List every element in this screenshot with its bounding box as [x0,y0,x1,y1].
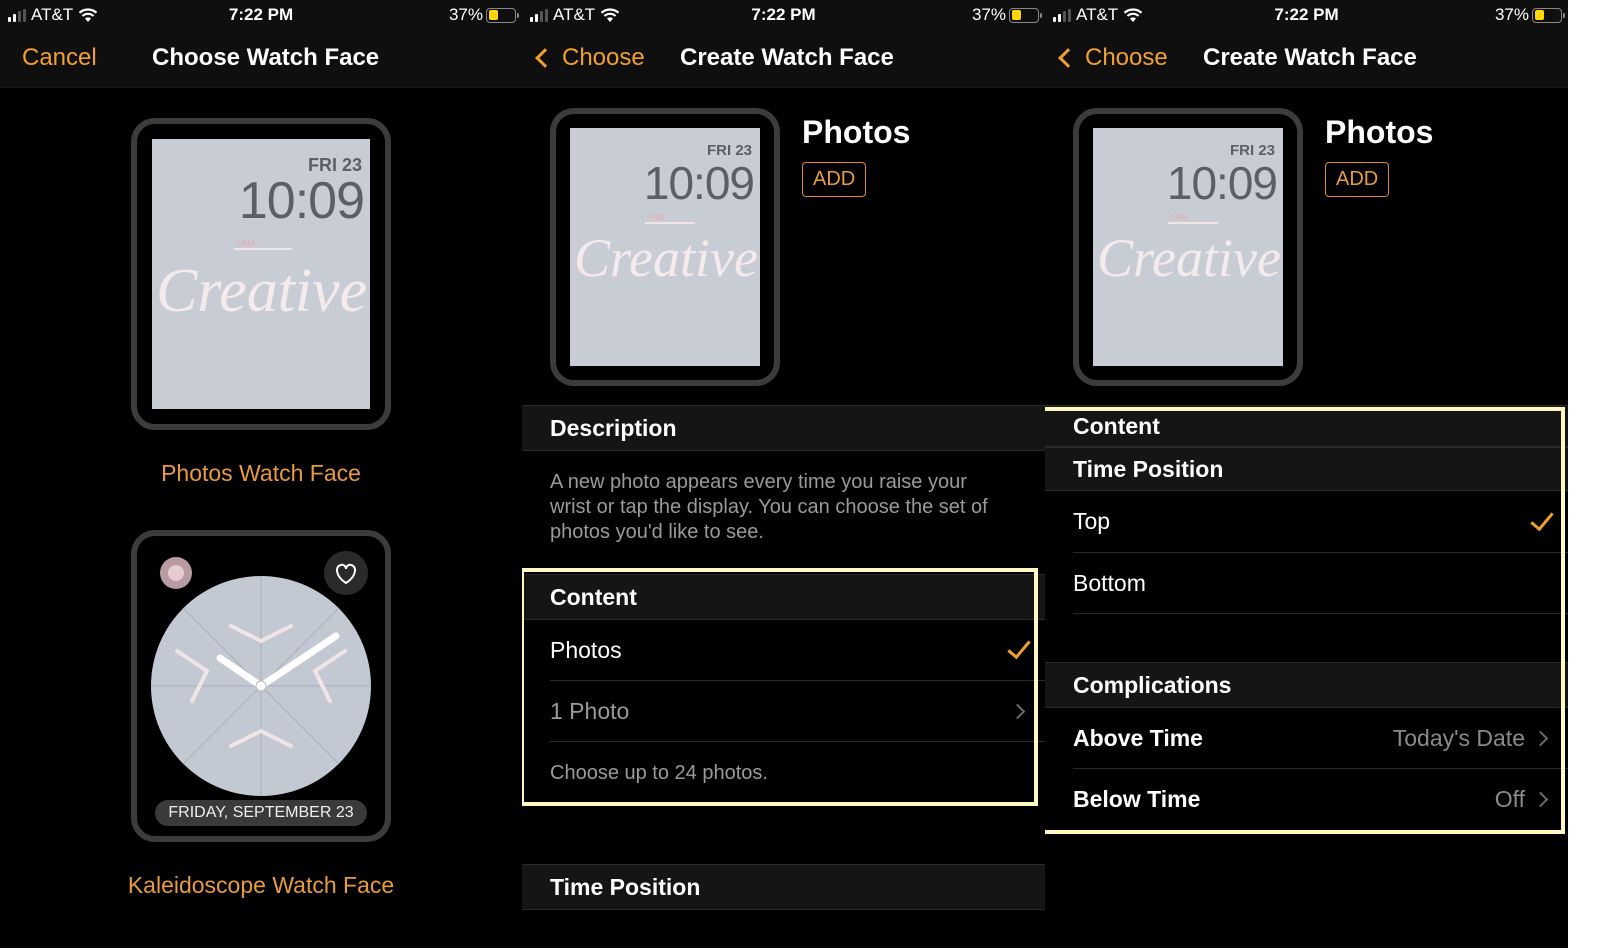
time-position-option-bottom[interactable]: Bottom [1073,553,1568,614]
clock: 7:22 PM [228,5,294,24]
page-title: Create Watch Face [680,44,894,71]
creative-artwork: I AM Creative [1097,213,1281,288]
add-button[interactable]: ADD [1325,162,1390,197]
watch-time: 10:09 [1166,157,1278,209]
battery-percent: 37% [448,5,483,24]
complication-value: Off [1494,786,1525,812]
checkmark-icon [1007,634,1031,660]
page-title: Choose Watch Face [152,44,380,71]
status-bar: AT&T 7:22 PM 37% [1045,0,1568,30]
creative-artwork: I AM Creative [156,238,367,325]
artwork-script-text: Creative [574,228,758,288]
kaleidoscope-watch-face-label[interactable]: Kaleidoscope Watch Face [0,872,522,899]
back-button[interactable]: Choose [1055,44,1168,72]
complication-above-time[interactable]: Above Time Today's Date [1073,708,1568,769]
artwork-small-text: I AM [1171,213,1187,222]
kaleidoscope-dial [151,576,371,796]
heart-icon [324,551,368,595]
navigation-bar: Choose Create Watch Face [1045,30,1568,88]
clock: 7:22 PM [751,5,816,24]
status-bar: AT&T 7:22 PM 37% [522,0,1045,30]
chevron-right-icon [1009,703,1026,719]
status-bar: AT&T 7:22 PM 37% [0,0,522,30]
chevron-right-icon [1532,730,1549,746]
kaleidoscope-watch-face-preview[interactable]: FRIDAY, SEPTEMBER 23 [131,530,391,842]
content-option-photos[interactable]: Photos [550,620,1045,681]
photos-watch-face-preview[interactable]: FRI 23 10:09 I AM Creative [131,118,391,430]
watch-face-preview: FRI 23 10:09 I AM Creative [550,108,780,386]
creative-artwork: I AM Creative [574,213,758,288]
artwork-small-text: I AM [237,238,255,248]
time-position-header: Time Position [1045,447,1568,491]
add-button[interactable]: ADD [802,162,867,197]
artwork-small-text: I AM [648,213,664,222]
cancel-button[interactable]: Cancel [22,44,97,72]
artwork-script-text: Creative [1097,228,1281,288]
navigation-bar: Cancel Choose Watch Face [0,30,522,88]
choose-watch-face-screen: AT&T 7:22 PM 37% Cancel Choose Watch Fac… [0,0,522,948]
battery-icon [1532,7,1565,23]
page-title: Create Watch Face [1203,44,1417,71]
photo-album-selector[interactable]: 1 Photo [550,681,1045,742]
battery-percent: 37% [971,5,1006,24]
time-position-option-top[interactable]: Top [1073,491,1568,553]
watch-time: 10:09 [238,172,365,230]
description-text: A new photo appears every time you raise… [550,471,988,543]
create-watch-face-screen-scrolled: AT&T 7:22 PM 37% Choose Create Watch Fac… [1045,0,1568,948]
chevron-right-icon [1532,791,1549,808]
back-button[interactable]: Choose [532,44,645,72]
time-position-header: Time Position [522,864,1045,910]
chevron-left-icon [535,48,555,68]
face-title: Photos [802,114,911,150]
watch-time: 10:09 [643,157,755,209]
page-margin [1568,0,1600,948]
chevron-left-icon [1058,48,1078,68]
clock: 7:22 PM [1274,5,1339,24]
complications-header: Complications [1045,662,1568,708]
breathe-flower-icon [160,557,192,589]
watch-face-preview: FRI 23 10:09 I AM Creative [1073,108,1303,386]
content-footnote: Choose up to 24 photos. [550,762,768,784]
date-banner: FRIDAY, SEPTEMBER 23 [168,804,354,821]
complication-below-time[interactable]: Below Time Off [1073,769,1568,830]
description-header: Description [522,405,1045,451]
create-watch-face-screen: AT&T 7:22 PM 37% Choose Create Watch Fac… [522,0,1045,948]
checkmark-icon [1530,506,1554,531]
photos-watch-face-label[interactable]: Photos Watch Face [0,460,522,487]
complication-value: Today's Date [1392,724,1525,751]
navigation-bar: Choose Create Watch Face [522,30,1045,88]
battery-percent: 37% [1494,5,1529,24]
content-header: Content [522,574,1045,620]
face-title: Photos [1325,114,1434,150]
battery-icon [486,7,519,23]
artwork-script-text: Creative [156,257,367,325]
content-header: Content [1045,405,1568,447]
battery-icon [1009,7,1042,23]
